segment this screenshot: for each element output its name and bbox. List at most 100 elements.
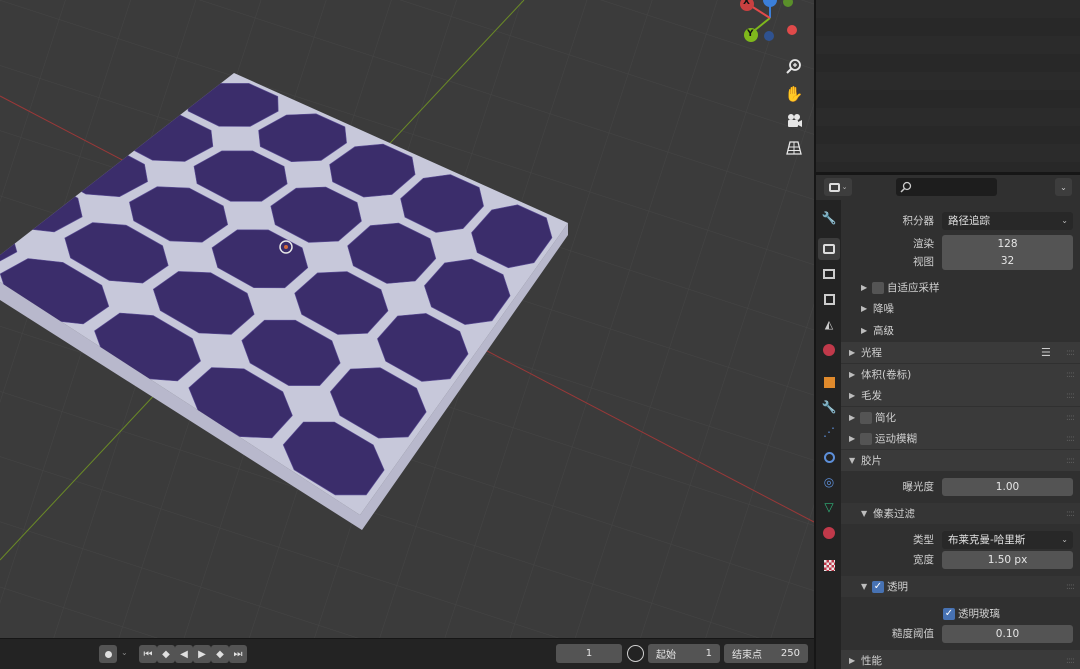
- outliner-row[interactable]: [816, 72, 1080, 90]
- drag-grip-icon[interactable]: ::::: [1066, 509, 1075, 519]
- advanced-subpanel[interactable]: ▶ 高级: [841, 320, 1080, 341]
- adaptive-sampling-checkbox[interactable]: [872, 281, 884, 294]
- exposure-label: 曝光度: [902, 481, 935, 493]
- outliner[interactable]: [816, 0, 1080, 172]
- world-tab[interactable]: [818, 339, 840, 361]
- expand-arrow-icon: ▶: [849, 370, 856, 379]
- panel-volumes[interactable]: ▶ 体积(卷标) ::::: [841, 364, 1080, 385]
- viewport-samples-value: 32: [1000, 255, 1015, 267]
- jump-start-button[interactable]: ⏮: [139, 645, 157, 663]
- transparent-glass-checkbox[interactable]: ✓: [943, 607, 955, 620]
- exposure-field[interactable]: 1.00: [942, 477, 1073, 496]
- roughness-threshold-field[interactable]: 0.10: [942, 624, 1073, 643]
- filter-type-value: 布莱克曼-哈里斯: [948, 534, 1026, 546]
- transparent-subpanel[interactable]: ▼ ✓ 透明 ::::: [841, 576, 1080, 597]
- panel-hair[interactable]: ▶ 毛发 ::::: [841, 385, 1080, 406]
- drag-grip-icon[interactable]: ::::: [1066, 434, 1075, 444]
- physics-tab[interactable]: [818, 446, 840, 468]
- stopwatch-icon[interactable]: [627, 645, 644, 662]
- outliner-row[interactable]: [816, 126, 1080, 144]
- options-dropdown[interactable]: ⌄: [1055, 178, 1072, 196]
- editor-type-dropdown[interactable]: ⌄: [824, 178, 852, 196]
- scene-tab[interactable]: ◭: [818, 313, 840, 335]
- outliner-row[interactable]: [816, 144, 1080, 162]
- expand-arrow-icon: ▶: [849, 434, 856, 443]
- view-layer-tab[interactable]: [818, 288, 840, 310]
- render-camera-icon: [823, 244, 835, 254]
- pixel-filter-subpanel[interactable]: ▼ 像素过滤 ::::: [841, 503, 1080, 524]
- output-tab[interactable]: [818, 263, 840, 285]
- prev-keyframe-button[interactable]: ◆: [157, 645, 175, 663]
- adaptive-sampling-subpanel[interactable]: ▶ 自适应采样: [841, 277, 1080, 298]
- outliner-row[interactable]: [816, 36, 1080, 54]
- hand-pan-icon[interactable]: ✋: [782, 82, 806, 106]
- drag-grip-icon[interactable]: ::::: [1066, 391, 1075, 401]
- constraints-tab[interactable]: ◎: [818, 471, 840, 493]
- play-reverse-button[interactable]: ◀: [175, 645, 193, 663]
- jump-end-button[interactable]: ⏭: [229, 645, 247, 663]
- presets-list-icon[interactable]: ☰: [1041, 346, 1051, 359]
- record-button[interactable]: [99, 645, 117, 663]
- panel-film[interactable]: ▼ 胶片 ::::: [841, 450, 1080, 471]
- camera-icon[interactable]: [782, 109, 806, 133]
- object-tab[interactable]: [818, 371, 840, 393]
- texture-tab[interactable]: [818, 554, 840, 576]
- drag-grip-icon[interactable]: ::::: [1066, 456, 1075, 466]
- outliner-row[interactable]: [816, 54, 1080, 72]
- chevron-down-icon: ⌄: [1060, 182, 1067, 192]
- data-tab[interactable]: ▽: [818, 496, 840, 518]
- particles-tab[interactable]: ⋰: [818, 421, 840, 443]
- end-frame-field[interactable]: 结束点 250: [724, 644, 808, 663]
- filter-type-label: 类型: [913, 534, 934, 546]
- outliner-row[interactable]: [816, 108, 1080, 126]
- modifier-tab[interactable]: 🔧: [818, 396, 840, 418]
- expand-arrow-icon: ▶: [849, 348, 856, 357]
- end-frame-value: 250: [780, 648, 800, 659]
- gizmo-y-label: Y: [747, 29, 754, 39]
- panel-light-paths[interactable]: ▶ 光程 ☰ ::::: [841, 342, 1080, 363]
- play-button[interactable]: ▶: [193, 645, 211, 663]
- drag-grip-icon[interactable]: ::::: [1066, 413, 1075, 423]
- grid-ortho-icon[interactable]: [782, 136, 806, 160]
- material-tab[interactable]: [818, 522, 840, 544]
- gizmo-x-label: X: [743, 0, 750, 7]
- panel-simplify[interactable]: ▶ 简化 ::::: [841, 407, 1080, 428]
- drag-grip-icon[interactable]: ::::: [1066, 348, 1075, 358]
- outliner-row[interactable]: [816, 0, 1080, 18]
- simplify-checkbox[interactable]: [860, 411, 872, 424]
- search-input[interactable]: [896, 178, 997, 196]
- performance-label: 性能: [861, 655, 882, 667]
- start-frame-field[interactable]: 起始 1: [648, 644, 720, 663]
- viewport-samples-field[interactable]: 32: [942, 252, 1073, 270]
- chevron-down-icon[interactable]: ⌄: [121, 648, 128, 657]
- tool-tab[interactable]: 🔧: [818, 207, 840, 229]
- roughness-threshold-label: 糙度阈值: [892, 628, 934, 640]
- zoom-icon[interactable]: [782, 54, 806, 78]
- filter-type-dropdown[interactable]: 布莱克曼-哈里斯 ⌄: [942, 530, 1073, 549]
- outliner-row[interactable]: [816, 90, 1080, 108]
- filter-width-field[interactable]: 1.50 px: [942, 550, 1073, 569]
- panel-motion-blur[interactable]: ▶ 运动模糊 ::::: [841, 428, 1080, 449]
- panel-performance[interactable]: ▶ 性能 ::::: [841, 650, 1080, 669]
- material-icon: [823, 527, 835, 539]
- image-icon: [823, 293, 835, 305]
- drag-grip-icon[interactable]: ::::: [1066, 370, 1075, 380]
- next-keyframe-button[interactable]: ◆: [211, 645, 229, 663]
- render-samples-field[interactable]: 128: [942, 234, 1073, 253]
- outliner-row[interactable]: [816, 18, 1080, 36]
- nav-gizmo[interactable]: X Y: [730, 0, 810, 48]
- denoise-subpanel[interactable]: ▶ 降噪: [841, 298, 1080, 319]
- motion-blur-checkbox[interactable]: [860, 432, 872, 445]
- play-reverse-icon: ◀: [180, 648, 188, 660]
- drag-grip-icon[interactable]: ::::: [1066, 656, 1075, 666]
- adaptive-sampling-label: 自适应采样: [887, 282, 940, 294]
- transparent-checkbox[interactable]: ✓: [872, 580, 884, 593]
- integrator-dropdown[interactable]: 路径追踪 ⌄: [942, 211, 1073, 230]
- scene-canvas[interactable]: [0, 0, 814, 638]
- current-frame-field[interactable]: 1: [556, 644, 622, 663]
- render-tab[interactable]: [818, 238, 840, 260]
- filter-width-value: 1.50 px: [987, 553, 1028, 566]
- 3d-viewport[interactable]: X Y ✋: [0, 0, 814, 638]
- transparent-label: 透明: [887, 581, 908, 593]
- drag-grip-icon[interactable]: ::::: [1066, 582, 1075, 592]
